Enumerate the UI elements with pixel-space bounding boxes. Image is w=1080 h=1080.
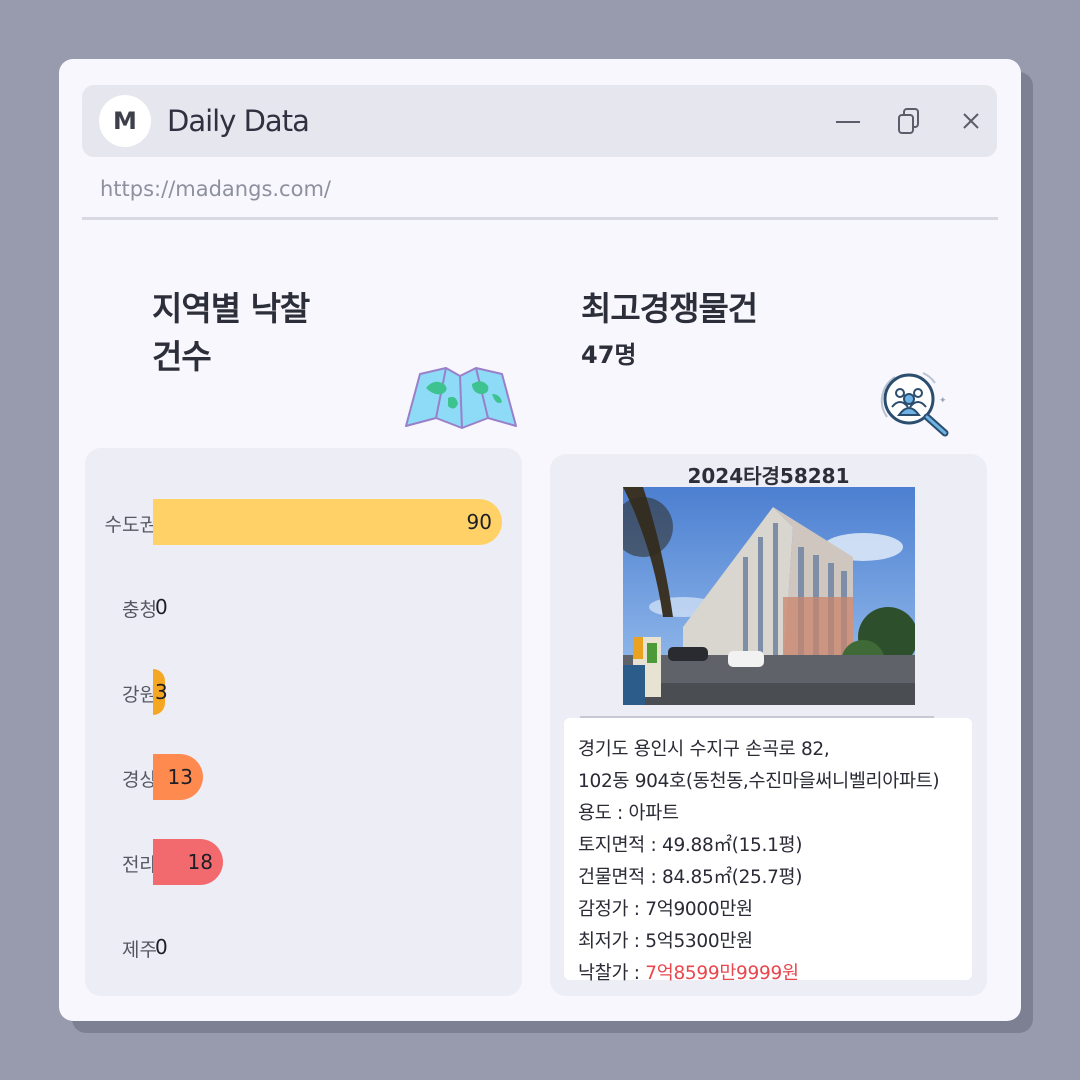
bar-value-label: 0 xyxy=(155,595,168,619)
winning-bid-label: 낙찰가 : xyxy=(578,963,646,984)
bar-value-label: 90 xyxy=(466,510,492,534)
minimize-button[interactable] xyxy=(832,105,864,137)
close-icon xyxy=(963,113,979,129)
usage-label: 용도 : xyxy=(578,803,629,824)
restore-button[interactable] xyxy=(894,105,926,137)
region-title: 지역별 낙찰 건수 xyxy=(152,285,310,381)
minimum-price-label: 최저가 : xyxy=(578,931,646,952)
people-search-icon: ✦ xyxy=(879,369,951,437)
region-chart-panel: 수도권 90 충청 0 강원 3 경상 13 전라 18 제주 0 xyxy=(85,448,522,996)
app-window: M Daily Data https://madangs.com/ 지역별 낙찰… xyxy=(59,59,1021,1021)
property-photo[interactable] xyxy=(623,487,915,705)
competition-count: 47명 xyxy=(581,341,637,369)
address-line2: 102동 904호(동천동,수진마을써니벨리아파트) xyxy=(578,771,940,792)
winning-bid-row: 낙찰가 : 7억8599만9999원 xyxy=(578,958,958,990)
minimize-icon xyxy=(836,121,860,123)
appraisal-row: 감정가 : 7억9000만원 xyxy=(578,894,958,926)
building-area-row: 건물면적 : 84.85㎡(25.7평) xyxy=(578,862,958,894)
minimum-price-row: 최저가 : 5억5300만원 xyxy=(578,926,958,958)
bar-row: 전라 18 xyxy=(85,839,522,885)
bar-row: 강원 3 xyxy=(85,669,522,715)
app-title: Daily Data xyxy=(167,104,310,138)
bar-label: 전라 xyxy=(122,854,157,876)
competition-title: 최고경쟁물건 xyxy=(581,289,758,328)
usage-row: 용도 : 아파트 xyxy=(578,798,958,830)
bar-row: 제주 0 xyxy=(85,924,522,970)
bar-row: 충청 0 xyxy=(85,584,522,630)
appraisal-label: 감정가 : xyxy=(578,899,646,920)
winning-bid-value: 7억8599만9999원 xyxy=(645,963,799,984)
url-divider xyxy=(82,217,998,220)
map-icon xyxy=(402,364,520,432)
minimum-price-value: 5억5300만원 xyxy=(645,931,753,952)
property-details: 경기도 용인시 수지구 손곡로 82, 102동 904호(동천동,수진마을써니… xyxy=(564,718,972,984)
appraisal-value: 7억9000만원 xyxy=(645,899,753,920)
restore-icon xyxy=(898,108,919,134)
bar-value-label: 13 xyxy=(167,765,193,789)
property-panel: 2024타경58281 경기도 용인시 수지구 손곡로 82, 102동 904… xyxy=(550,454,987,996)
close-button[interactable] xyxy=(955,105,987,137)
bar-value-label: 3 xyxy=(155,680,168,704)
bar-value-label: 18 xyxy=(187,850,213,874)
bar-label: 강원 xyxy=(122,684,157,706)
case-number[interactable]: 2024타경58281 xyxy=(550,460,987,489)
address-line1: 경기도 용인시 수지구 손곡로 82, xyxy=(578,739,830,760)
land-area-label: 토지면적 : xyxy=(578,835,662,856)
land-area-row: 토지면적 : 49.88㎡(15.1평) xyxy=(578,830,958,862)
title-bar: M Daily Data xyxy=(82,85,997,157)
bar-row: 경상 13 xyxy=(85,754,522,800)
svg-text:✦: ✦ xyxy=(939,396,947,406)
bar-label: 제주 xyxy=(122,939,157,961)
url-text[interactable]: https://madangs.com/ xyxy=(100,177,331,201)
region-title-line1: 지역별 낙찰 xyxy=(152,289,310,328)
region-title-line2: 건수 xyxy=(152,337,212,376)
bar-label: 수도권 xyxy=(104,514,157,536)
bar-label: 충청 xyxy=(122,599,157,621)
bar[interactable] xyxy=(153,499,502,545)
usage-value: 아파트 xyxy=(628,803,679,824)
bar-label: 경상 xyxy=(122,769,157,791)
bar-row: 수도권 90 xyxy=(85,499,522,545)
bar-value-label: 0 xyxy=(155,935,168,959)
building-area-label: 건물면적 : xyxy=(578,867,662,888)
app-logo: M xyxy=(99,95,151,147)
land-area-value: 49.88㎡(15.1평) xyxy=(661,835,803,856)
building-area-value: 84.85㎡(25.7평) xyxy=(661,867,803,888)
